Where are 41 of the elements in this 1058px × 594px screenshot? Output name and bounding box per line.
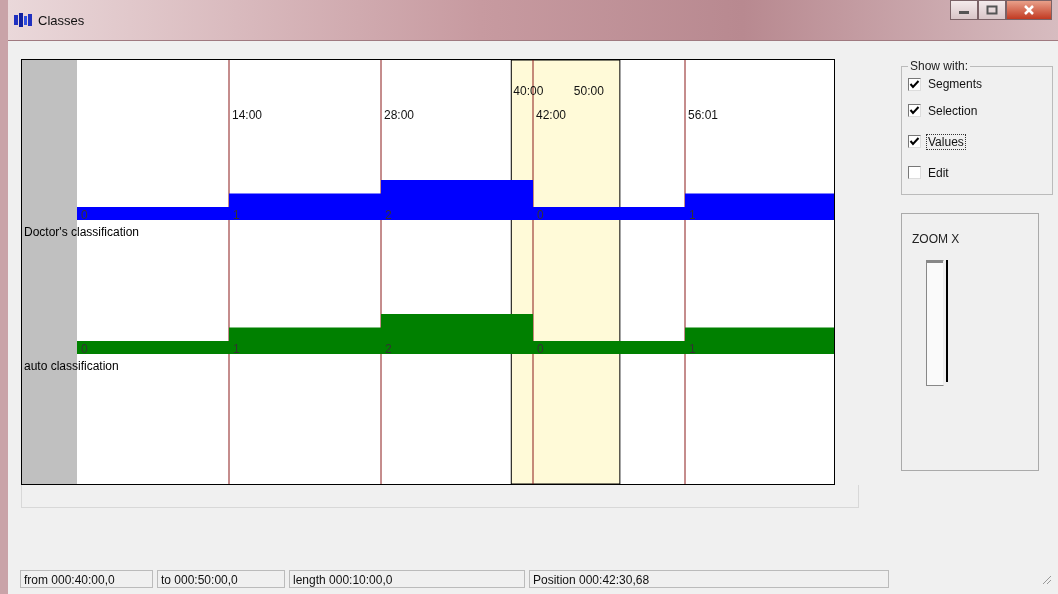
- checkbox-label[interactable]: Segments: [927, 77, 984, 91]
- checkbox[interactable]: [908, 135, 921, 148]
- segment-value: 0: [537, 208, 544, 222]
- close-icon: [1023, 5, 1035, 15]
- status-pane: to 000:50:00,0: [157, 570, 285, 588]
- time-label: 42:00: [536, 108, 567, 122]
- selection-end-label: 50:00: [573, 84, 604, 98]
- track-label: Doctor's classification: [24, 225, 139, 239]
- segment-value: 2: [385, 342, 392, 356]
- group-title: Show with:: [909, 59, 970, 73]
- checkbox-label[interactable]: Selection: [927, 103, 979, 118]
- time-label: 28:00: [384, 108, 415, 122]
- zoom-slider[interactable]: [926, 260, 944, 386]
- window-title: Classes: [38, 12, 85, 28]
- checkbox-label[interactable]: Edit: [927, 165, 950, 180]
- time-label: 56:01: [688, 108, 719, 122]
- checkbox[interactable]: [908, 104, 921, 117]
- status-pane: length 000:10:00,0: [289, 570, 525, 588]
- segment-value: 1: [233, 342, 240, 356]
- segment-value: 1: [689, 342, 696, 356]
- resize-grip-icon[interactable]: [1040, 573, 1052, 585]
- close-button[interactable]: [1006, 0, 1052, 20]
- time-label: 14:00: [232, 108, 263, 122]
- app-icon: [14, 13, 32, 27]
- segment-value: 2: [385, 208, 392, 222]
- selection-start-label: 40:00: [513, 84, 544, 98]
- maximize-icon: [986, 5, 998, 15]
- segment-value: 0: [81, 342, 88, 356]
- segment-value: 0: [81, 208, 88, 222]
- status-pane: Position 000:42:30,68: [529, 570, 889, 588]
- track-label: auto classification: [24, 359, 119, 373]
- segment-value: 1: [689, 208, 696, 222]
- segment-value: 1: [233, 208, 240, 222]
- checkbox[interactable]: [908, 166, 921, 179]
- checkbox[interactable]: [908, 77, 921, 91]
- checkbox-label[interactable]: Values: [927, 134, 965, 149]
- segment-value: 0: [537, 342, 544, 356]
- status-pane: from 000:40:00,0: [20, 570, 153, 588]
- maximize-button[interactable]: [978, 0, 1006, 20]
- zoom-label: ZOOM X: [912, 232, 961, 246]
- minimize-button[interactable]: [950, 0, 978, 20]
